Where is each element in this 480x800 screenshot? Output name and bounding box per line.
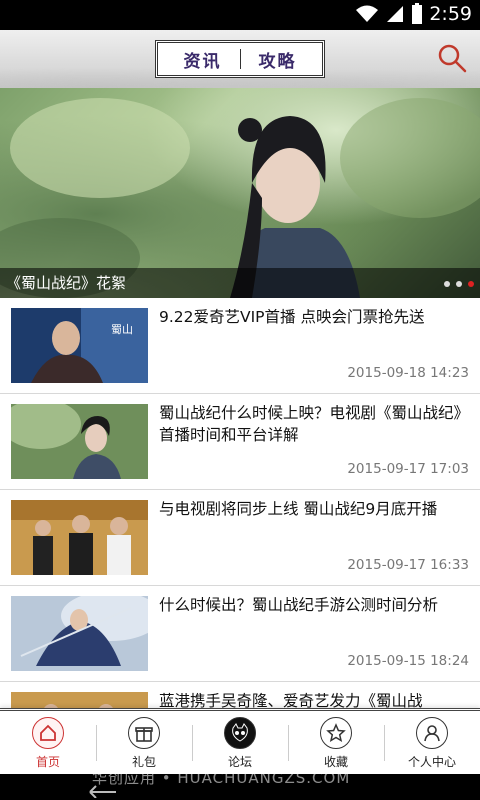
- star-icon: [320, 717, 352, 749]
- watermark-text: 华创应用 • HUACHUANGZS.COM: [92, 769, 351, 787]
- nav-favorites[interactable]: 收藏: [288, 711, 384, 774]
- tab-guides[interactable]: 攻略: [259, 47, 297, 72]
- wifi-icon: [356, 5, 379, 22]
- nav-label: 个人中心: [407, 755, 456, 769]
- carousel-dot: [456, 281, 462, 287]
- signal-icon: [387, 6, 404, 22]
- tab-divider: [239, 49, 241, 69]
- home-icon: [32, 717, 64, 749]
- news-item[interactable]: 什么时候出？蜀山战纪手游公测时间分析 2015-09-15 18:24: [0, 586, 480, 682]
- nav-home[interactable]: 首页: [0, 711, 96, 774]
- gift-icon: [128, 717, 160, 749]
- status-bar: 2:59: [0, 0, 480, 30]
- news-date: 2015-09-15 18:24: [347, 653, 469, 669]
- news-list: 蜀山 9.22爱奇艺VIP首播 点映会门票抢先送 2015-09-18 14:2…: [0, 298, 480, 778]
- carousel-indicator: [444, 281, 474, 287]
- news-date: 2015-09-18 14:23: [347, 365, 469, 381]
- search-icon[interactable]: [436, 42, 468, 74]
- tab-news[interactable]: 资讯: [184, 47, 222, 72]
- status-time: 2:59: [429, 3, 472, 25]
- cat-face-icon: [224, 717, 256, 749]
- news-thumbnail: [11, 500, 148, 575]
- news-item[interactable]: 蜀山战纪什么时候上映？电视剧《蜀山战纪》首播时间和平台详解 2015-09-17…: [0, 394, 480, 490]
- news-thumbnail: 蜀山: [11, 308, 148, 383]
- bottom-nav: 首页 礼包 论坛 收藏 个人中心: [0, 708, 480, 774]
- carousel-dot-active: [468, 281, 474, 287]
- nav-forum[interactable]: 论坛: [192, 711, 288, 774]
- banner-caption: 《蜀山战纪》花絮: [0, 268, 480, 298]
- banner-image: [0, 98, 480, 298]
- nav-label: 首页: [35, 755, 60, 769]
- news-thumbnail: [11, 404, 148, 479]
- news-date: 2015-09-17 16:33: [347, 557, 469, 573]
- news-date: 2015-09-17 17:03: [347, 461, 469, 477]
- nav-profile[interactable]: 个人中心: [384, 711, 480, 774]
- news-title: 与电视剧将同步上线 蜀山战纪9月底开播: [159, 500, 438, 518]
- carousel-dot: [444, 281, 450, 287]
- app-root: 2:59 资讯 攻略 《蜀山战纪》花絮 蜀山 9.22爱奇艺VIP首播 点映会门…: [0, 0, 480, 800]
- user-icon: [416, 717, 448, 749]
- battery-icon: [412, 3, 423, 24]
- news-thumbnail: [11, 596, 148, 671]
- news-title: 蜀山战纪什么时候上映？电视剧《蜀山战纪》首播时间和平台详解: [159, 404, 470, 444]
- svg-text:蜀山: 蜀山: [111, 323, 133, 336]
- news-item[interactable]: 蜀山 9.22爱奇艺VIP首播 点映会门票抢先送 2015-09-18 14:2…: [0, 298, 480, 394]
- app-header: 资讯 攻略: [0, 30, 480, 88]
- news-item[interactable]: 与电视剧将同步上线 蜀山战纪9月底开播 2015-09-17 16:33: [0, 490, 480, 586]
- news-title: 9.22爱奇艺VIP首播 点映会门票抢先送: [159, 308, 425, 326]
- news-title: 什么时候出？蜀山战纪手游公测时间分析: [159, 596, 439, 614]
- banner-carousel[interactable]: 《蜀山战纪》花絮: [0, 88, 480, 298]
- nav-gift[interactable]: 礼包: [96, 711, 192, 774]
- tab-switcher: 资讯 攻略: [155, 40, 325, 78]
